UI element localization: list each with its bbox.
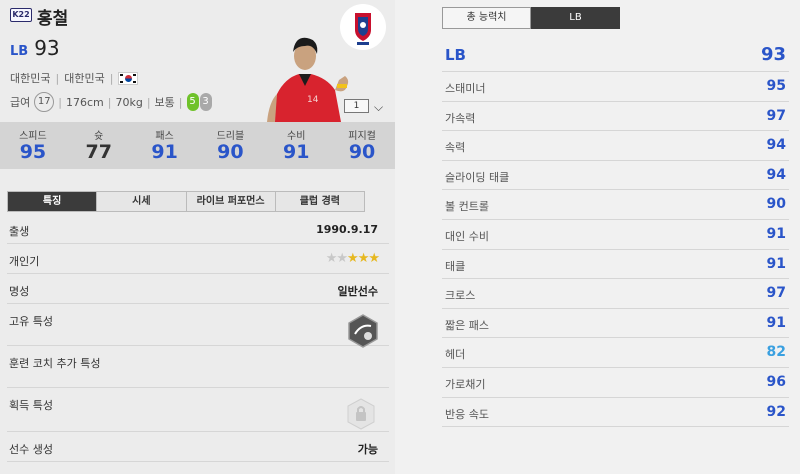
- attribute-row: 가로채기 96: [442, 368, 789, 398]
- trait-hexagon-icon[interactable]: [347, 314, 379, 348]
- tab-position-lb[interactable]: LB: [531, 7, 620, 29]
- player-name: 홍철: [37, 9, 69, 29]
- player-header: K22 홍철 LB 93 대한민국 | 대한민국 | 급여 17 | 176cm…: [0, 0, 395, 122]
- wage-label: 급여: [10, 96, 31, 109]
- nation-text: 대한민국: [10, 72, 51, 85]
- star-filled-icon: ★: [368, 251, 380, 266]
- star-filled-icon: ★: [357, 251, 370, 266]
- tab-live-performance[interactable]: 라이브 퍼포먼스: [186, 192, 276, 211]
- stat-defending: 수비 91: [283, 131, 310, 163]
- attribute-row: 슬라이딩 태클 94: [442, 161, 789, 191]
- position-label: LB: [10, 44, 29, 59]
- physical-info-line: 급여 17 | 176cm | 70kg | 보통 | 5 3: [10, 92, 212, 112]
- tab-traits[interactable]: 특징: [8, 192, 98, 211]
- stats-summary-bar: 스피드 95 슛 77 패스 91 드리블 90 수비 91 피지컬 90: [0, 122, 395, 169]
- tab-club-career[interactable]: 클럽 경력: [275, 192, 364, 211]
- kfa-emblem-icon: [340, 4, 386, 50]
- attribute-row: 대인 수비 91: [442, 220, 789, 250]
- attribute-row: 가속력 97: [442, 102, 789, 132]
- right-foot-badge: 3: [199, 93, 212, 111]
- svg-text:14: 14: [307, 95, 319, 105]
- attribute-row: 태클 91: [442, 250, 789, 280]
- south-korea-flag-icon: [118, 71, 139, 85]
- position-overall: LB 93: [10, 36, 60, 60]
- left-foot-badge: 5: [186, 93, 199, 111]
- detail-row-coach-trait: 훈련 코치 추가 특성: [7, 346, 389, 388]
- attribute-header-row: LB 93: [442, 40, 789, 72]
- body-type-text: 보통: [154, 96, 175, 109]
- lock-icon: [347, 398, 375, 430]
- height-text: 176cm: [65, 95, 104, 109]
- detail-row-player-creation: 선수 생성 가능: [7, 432, 389, 462]
- attribute-row: 볼 컨트롤 90: [442, 190, 789, 220]
- attribute-row: 스태미너 95: [442, 72, 789, 102]
- player-photo: 14: [267, 37, 349, 122]
- tab-market-price[interactable]: 시세: [97, 192, 187, 211]
- detail-tabs: 특징 시세 라이브 퍼포먼스 클럽 경력: [7, 191, 365, 212]
- attribute-row: 속력 94: [442, 131, 789, 161]
- wage-badge: 17: [34, 92, 55, 112]
- attribute-row: 짧은 패스 91: [442, 309, 789, 339]
- stat-dribbling: 드리블 90: [216, 131, 245, 163]
- tab-total-stats[interactable]: 총 능력치: [442, 7, 531, 29]
- overall-rating: 93: [34, 36, 60, 60]
- stat-passing: 패스 91: [151, 131, 178, 163]
- level-selector[interactable]: 1: [344, 99, 369, 113]
- attribute-row: 크로스 97: [442, 279, 789, 309]
- player-info-panel: K22 홍철 LB 93 대한민국 | 대한민국 | 급여 17 | 176cm…: [0, 0, 395, 474]
- attribute-row: 반응 속도 92: [442, 398, 789, 428]
- star-empty-icon: ★: [336, 251, 348, 266]
- season-badge: K22: [10, 8, 32, 22]
- weight-text: 70kg: [115, 95, 143, 109]
- nationality-line: 대한민국 | 대한민국 |: [10, 70, 139, 86]
- detail-row-acquired-trait: 획득 특성: [7, 388, 389, 432]
- detail-row-skill-moves: 개인기 ★★★★★: [7, 244, 389, 274]
- attribute-row: 헤더 82: [442, 338, 789, 368]
- stat-speed: 스피드 95: [19, 131, 47, 163]
- rating-tabs: 총 능력치 LB: [442, 7, 620, 29]
- stat-shooting: 슛 77: [85, 131, 112, 163]
- attribute-table: LB 93 스태미너 95 가속력 97 속력 94 슬라이딩 태클 94 볼 …: [442, 40, 789, 428]
- nation-text-2: 대한민국: [64, 72, 105, 85]
- star-filled-icon: ★: [347, 251, 359, 266]
- chevron-down-icon[interactable]: ⌵: [374, 100, 383, 115]
- detail-row-fame: 명성 일반선수: [7, 274, 389, 304]
- star-empty-icon: ★: [325, 251, 338, 266]
- detail-row-birth: 출생 1990.9.17: [7, 214, 389, 244]
- skill-stars: ★★★★★: [325, 251, 380, 266]
- detail-row-unique-trait: 고유 특성: [7, 304, 389, 348]
- stat-physical: 피지컬 90: [348, 131, 376, 163]
